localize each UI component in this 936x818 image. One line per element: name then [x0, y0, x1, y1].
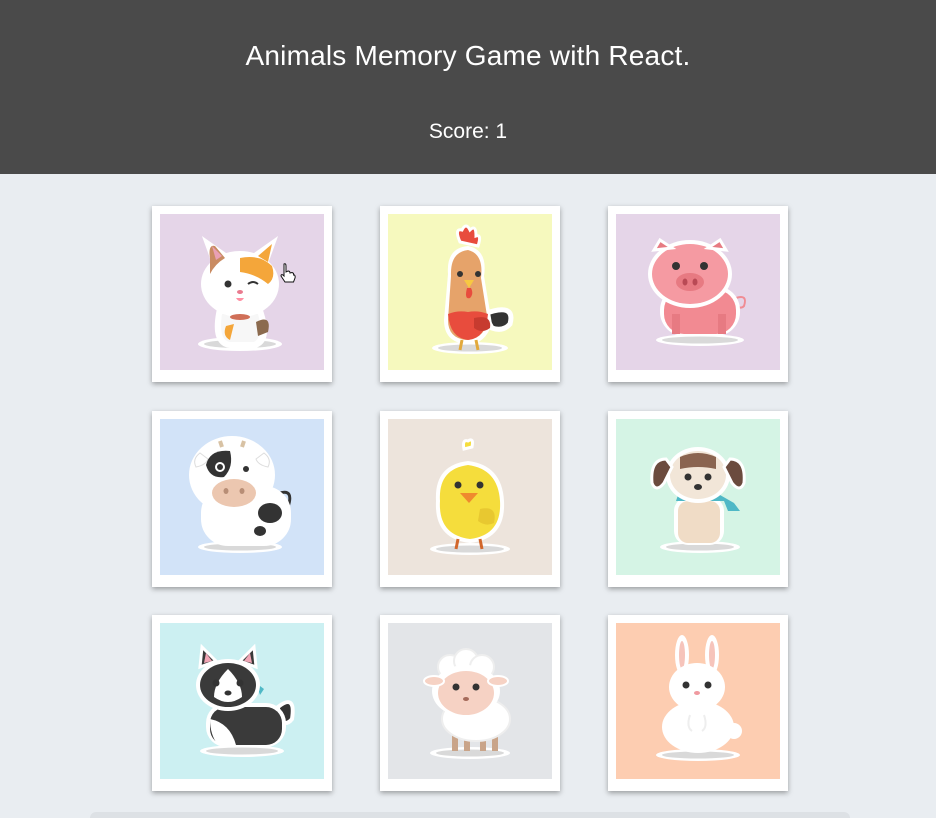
card-face	[388, 623, 552, 779]
card-cat[interactable]	[152, 206, 332, 382]
card-grid	[0, 174, 936, 818]
card-face	[160, 623, 324, 779]
cat-icon	[198, 236, 282, 351]
pointer-cursor-icon	[280, 263, 296, 283]
page-title: Animals Memory Game with React.	[245, 40, 691, 71]
card-chick[interactable]	[380, 411, 560, 587]
game-header: Animals Memory Game with React. Score: 1	[0, 0, 936, 174]
card-face	[616, 214, 780, 370]
score-display: Score: 1	[428, 120, 508, 143]
bottom-edge	[90, 812, 850, 818]
card-face	[388, 214, 552, 370]
card-face	[160, 214, 324, 370]
card-dog[interactable]	[608, 411, 788, 587]
card-sheep[interactable]	[380, 615, 560, 791]
rooster-icon	[432, 224, 514, 354]
card-face	[160, 419, 324, 575]
cow-icon	[189, 436, 292, 553]
dog-icon	[650, 447, 746, 553]
rabbit-icon	[656, 635, 742, 761]
card-face	[616, 419, 780, 575]
pig-icon	[648, 237, 746, 346]
card-rooster[interactable]	[380, 206, 560, 382]
card-cow[interactable]	[152, 411, 332, 587]
card-husky[interactable]	[152, 615, 332, 791]
card-pig[interactable]	[608, 206, 788, 382]
chick-icon	[430, 438, 510, 555]
card-face	[616, 623, 780, 779]
husky-icon	[196, 643, 295, 757]
card-face	[388, 419, 552, 575]
card-rabbit[interactable]	[608, 615, 788, 791]
sheep-icon	[423, 648, 511, 759]
